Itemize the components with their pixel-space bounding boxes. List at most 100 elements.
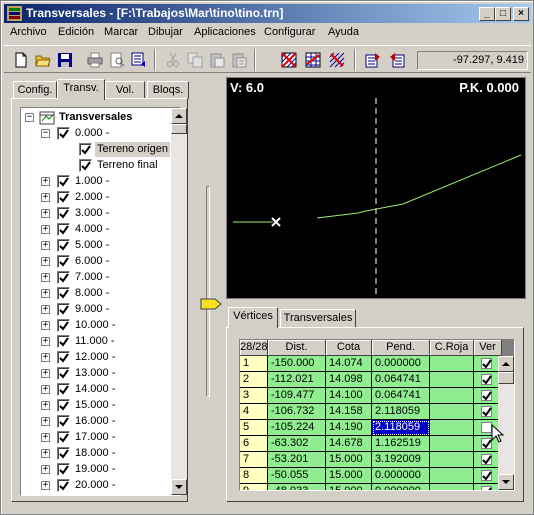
table-cell[interactable]: -48.033: [268, 484, 326, 490]
row-number-cell[interactable]: 4: [240, 404, 268, 420]
visible-checkbox[interactable]: [481, 454, 492, 465]
table-cell[interactable]: 14.158: [326, 404, 372, 420]
expand-icon[interactable]: +: [41, 417, 50, 426]
expand-icon[interactable]: +: [41, 481, 50, 490]
tree-item-station[interactable]: + 2.000 -: [21, 190, 180, 206]
station-checkbox[interactable]: [57, 287, 70, 300]
tree-item-station[interactable]: + 15.000 -: [21, 398, 180, 414]
station-checkbox[interactable]: [57, 335, 70, 348]
table-cell[interactable]: 1.162519: [372, 436, 430, 452]
menu-configurar[interactable]: Configurar: [264, 26, 315, 38]
station-checkbox[interactable]: [57, 223, 70, 236]
table-cell[interactable]: 0.064741: [372, 388, 430, 404]
expand-icon[interactable]: +: [41, 369, 50, 378]
table-cell[interactable]: 0.000000: [372, 356, 430, 372]
table-cell[interactable]: -53.201: [268, 452, 326, 468]
scroll-up-button[interactable]: [171, 108, 187, 124]
tree-item-station[interactable]: + 19.000 -: [21, 462, 180, 478]
save-disk-icon[interactable]: [54, 49, 76, 71]
table-cell[interactable]: 14.190: [326, 420, 372, 436]
visible-checkbox[interactable]: [481, 390, 492, 401]
title-bar[interactable]: Transversales - [F:\Trabajos\Mar\tino\ti…: [4, 4, 531, 23]
visible-checkbox[interactable]: [481, 358, 492, 369]
expand-icon[interactable]: +: [41, 177, 50, 186]
expand-icon[interactable]: +: [41, 305, 50, 314]
row-number-cell[interactable]: 3: [240, 388, 268, 404]
print-preview-icon[interactable]: [106, 49, 128, 71]
expand-icon[interactable]: +: [41, 273, 50, 282]
station-checkbox[interactable]: [57, 399, 70, 412]
print-icon[interactable]: [84, 49, 106, 71]
tree-item-station[interactable]: + 6.000 -: [21, 254, 180, 270]
expand-icon[interactable]: +: [41, 257, 50, 266]
table-cell[interactable]: -105.224: [268, 420, 326, 436]
close-button[interactable]: ×: [513, 7, 529, 21]
station-checkbox[interactable]: [57, 351, 70, 364]
row-number-cell[interactable]: 2: [240, 372, 268, 388]
tree-item-terreno-final[interactable]: Terreno final: [21, 158, 180, 174]
station-checkbox[interactable]: [57, 239, 70, 252]
visible-checkbox[interactable]: [481, 470, 492, 481]
table-cell[interactable]: -63.302: [268, 436, 326, 452]
table-cell[interactable]: 14.100: [326, 388, 372, 404]
station-checkbox[interactable]: [57, 255, 70, 268]
table-cell[interactable]: [430, 372, 474, 388]
terreno-origen-checkbox[interactable]: [79, 143, 92, 156]
row-number-cell[interactable]: 1: [240, 356, 268, 372]
table-cell[interactable]: 2.118059: [372, 420, 430, 436]
column-header[interactable]: Cota: [326, 340, 372, 356]
tree-item-station[interactable]: + 10.000 -: [21, 318, 180, 334]
terreno-final-checkbox[interactable]: [79, 159, 92, 172]
column-header[interactable]: Dist.: [268, 340, 326, 356]
station-checkbox[interactable]: [57, 191, 70, 204]
zoom-slider-track[interactable]: [206, 186, 210, 397]
tab-vol[interactable]: Vol.: [105, 81, 145, 99]
station-checkbox[interactable]: [57, 431, 70, 444]
export-left-icon[interactable]: [386, 49, 408, 71]
expand-icon[interactable]: +: [41, 321, 50, 330]
open-folder-icon[interactable]: [32, 49, 54, 71]
scroll-down-button[interactable]: [171, 479, 187, 495]
station-checkbox[interactable]: [57, 175, 70, 188]
diagonal-lines-icon[interactable]: [326, 49, 348, 71]
table-cell[interactable]: [430, 436, 474, 452]
table-cell[interactable]: [430, 452, 474, 468]
scroll-up-button[interactable]: [498, 356, 514, 372]
table-cell[interactable]: 15.000: [326, 452, 372, 468]
table-cell[interactable]: 0.064741: [372, 372, 430, 388]
tab-config[interactable]: Config.: [13, 81, 57, 99]
export-right-icon[interactable]: [362, 49, 384, 71]
paste-special-icon[interactable]: [228, 49, 250, 71]
station-checkbox[interactable]: [57, 479, 70, 492]
tree-item-station[interactable]: + 5.000 -: [21, 238, 180, 254]
menu-edicion[interactable]: Edición: [58, 26, 94, 38]
table-cell[interactable]: -109.477: [268, 388, 326, 404]
expand-icon[interactable]: +: [41, 209, 50, 218]
table-cell[interactable]: 15.000: [326, 468, 372, 484]
tab-transversales[interactable]: Transversales: [280, 309, 356, 327]
scroll-thumb[interactable]: [498, 372, 514, 384]
tree-item-station[interactable]: + 18.000 -: [21, 446, 180, 462]
table-cell[interactable]: [430, 420, 474, 436]
expand-icon[interactable]: +: [41, 289, 50, 298]
minimize-button[interactable]: _: [479, 7, 495, 21]
tree-item-station[interactable]: + 20.000 -: [21, 478, 180, 494]
column-header[interactable]: C.Roja: [430, 340, 474, 356]
visible-checkbox[interactable]: [481, 374, 492, 385]
tab-vertices[interactable]: Vértices: [228, 307, 278, 328]
station-checkbox[interactable]: [57, 319, 70, 332]
zoom-slider-thumb[interactable]: [200, 298, 222, 310]
table-cell[interactable]: 2.118059: [372, 404, 430, 420]
column-header[interactable]: Pend.: [372, 340, 430, 356]
tree-item-station[interactable]: + 17.000 -: [21, 430, 180, 446]
station-checkbox[interactable]: [57, 463, 70, 476]
visible-checkbox[interactable]: [481, 486, 492, 490]
row-number-cell[interactable]: 9: [240, 484, 268, 490]
expand-icon[interactable]: +: [41, 193, 50, 202]
station-checkbox[interactable]: [57, 383, 70, 396]
grid-scrollbar[interactable]: [498, 356, 514, 490]
table-cell[interactable]: 0.000000: [372, 484, 430, 490]
maximize-button[interactable]: □: [495, 7, 511, 21]
table-cell[interactable]: -50.055: [268, 468, 326, 484]
visible-checkbox[interactable]: [481, 406, 492, 417]
